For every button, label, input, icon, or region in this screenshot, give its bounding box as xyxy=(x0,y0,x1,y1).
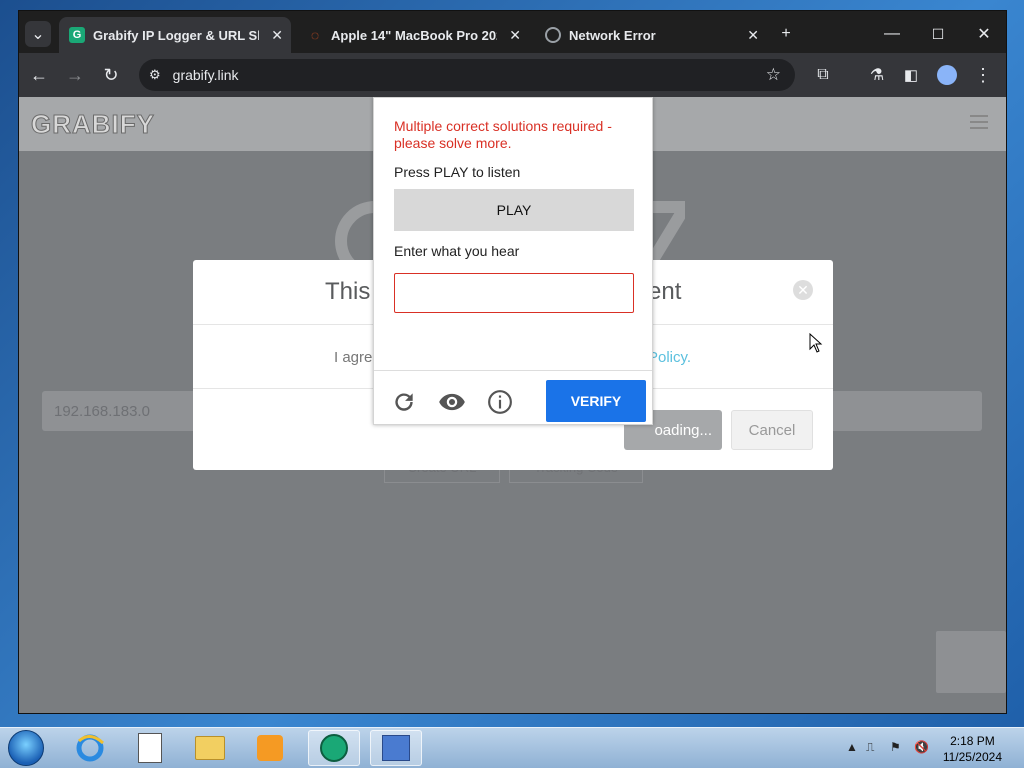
system-clock[interactable]: 2:18 PM 11/25/2024 xyxy=(943,733,1002,765)
modal-close-icon[interactable]: ✕ xyxy=(793,280,813,300)
tab-macbook[interactable]: ◌ Apple 14" MacBook Pro 2021 ( ✕ xyxy=(297,17,529,53)
hamburger-menu-icon[interactable] xyxy=(970,115,988,129)
page-content: GRABIFY 192.168.183.0 Create URL Trackin… xyxy=(19,97,1006,713)
audio-captcha-panel: Multiple correct solutions required - pl… xyxy=(373,97,653,425)
refresh-icon[interactable] xyxy=(390,388,418,416)
file-explorer-icon[interactable] xyxy=(184,730,236,766)
modal-title-right: ent xyxy=(648,278,682,305)
site-logo[interactable]: GRABIFY xyxy=(31,109,155,140)
recaptcha-badge[interactable] xyxy=(936,631,1006,693)
enter-answer-label: Enter what you hear xyxy=(394,243,520,259)
divider xyxy=(374,370,652,371)
mouse-cursor-icon xyxy=(809,332,823,358)
tab-grabify[interactable]: G Grabify IP Logger & URL Short ✕ xyxy=(59,17,291,53)
volume-muted-icon[interactable]: 🔇 xyxy=(914,740,929,754)
captcha-error-message: Multiple correct solutions required - pl… xyxy=(394,118,612,151)
reload-icon[interactable]: ↻ xyxy=(99,63,123,87)
privacy-policy-link[interactable]: Policy. xyxy=(648,349,691,366)
tab-close-icon[interactable]: ✕ xyxy=(509,27,521,44)
forward-icon[interactable]: → xyxy=(63,63,87,87)
app-check-icon[interactable] xyxy=(370,730,422,766)
tab-network-error[interactable]: Network Error ✕ xyxy=(535,17,767,53)
tab-search-button[interactable]: ⌄ xyxy=(25,21,51,47)
tab-title: Apple 14" MacBook Pro 2021 ( xyxy=(331,27,497,43)
clock-time: 2:18 PM xyxy=(950,734,995,748)
url-text[interactable]: grabify.link xyxy=(173,67,239,83)
clock-date: 11/25/2024 xyxy=(942,750,1002,764)
close-window-button[interactable]: ✕ xyxy=(971,21,997,47)
minimize-button[interactable]: — xyxy=(879,21,905,47)
modal-text-left: I agre xyxy=(334,349,373,366)
flag-tray-icon[interactable]: ⚑ xyxy=(890,740,901,754)
browser-window: ⌄ G Grabify IP Logger & URL Short ✕ ◌ Ap… xyxy=(18,10,1007,714)
browser-toolbar: ← → ↻ ⚙ grabify.link ☆ ⧉ ⚗ ◧ ⋮ xyxy=(19,53,1006,97)
verify-button[interactable]: VERIFY xyxy=(546,380,646,422)
tab-title: Network Error xyxy=(569,27,656,43)
tab-close-icon[interactable]: ✕ xyxy=(271,27,283,44)
modal-title-left: This xyxy=(325,278,371,305)
side-panel-icon[interactable]: ◧ xyxy=(899,63,923,87)
ubuntu-favicon-icon: ◌ xyxy=(310,27,320,43)
profile-avatar-icon[interactable] xyxy=(935,63,959,87)
windows-taskbar: ▲ ⎍ ⚑ 🔇 2:18 PM 11/25/2024 xyxy=(0,727,1024,768)
extensions-icon[interactable]: ⧉ xyxy=(811,63,835,87)
network-tray-icon[interactable]: ⎍ xyxy=(866,740,874,755)
chrome-taskbar-icon[interactable] xyxy=(308,730,360,766)
new-tab-button[interactable]: + xyxy=(773,21,799,47)
labs-flask-icon[interactable]: ⚗ xyxy=(865,63,889,87)
back-icon[interactable]: ← xyxy=(27,63,51,87)
media-player-icon[interactable] xyxy=(244,730,296,766)
document-app-icon[interactable] xyxy=(124,730,176,766)
site-settings-icon[interactable]: ⚙ xyxy=(149,67,161,83)
bookmark-star-icon[interactable]: ☆ xyxy=(766,65,781,85)
press-play-label: Press PLAY to listen xyxy=(394,164,521,180)
internet-explorer-icon[interactable] xyxy=(64,730,116,766)
grabify-favicon-icon: G xyxy=(69,27,85,43)
tab-strip: ⌄ G Grabify IP Logger & URL Short ✕ ◌ Ap… xyxy=(19,11,1006,53)
address-bar[interactable]: ⚙ grabify.link ☆ xyxy=(139,59,795,91)
cancel-button[interactable]: Cancel xyxy=(731,410,813,450)
tab-close-icon[interactable]: ✕ xyxy=(747,27,759,44)
play-button[interactable]: PLAY xyxy=(394,189,634,231)
tab-title: Grabify IP Logger & URL Short xyxy=(93,27,259,43)
info-icon[interactable] xyxy=(486,388,514,416)
tray-expand-icon[interactable]: ▲ xyxy=(846,740,858,754)
maximize-button[interactable]: ☐ xyxy=(925,21,951,47)
menu-kebab-icon[interactable]: ⋮ xyxy=(971,63,995,87)
start-button[interactable] xyxy=(8,730,44,766)
eye-icon[interactable] xyxy=(438,388,466,416)
captcha-answer-input[interactable] xyxy=(394,273,634,313)
globe-favicon-icon xyxy=(545,27,561,43)
